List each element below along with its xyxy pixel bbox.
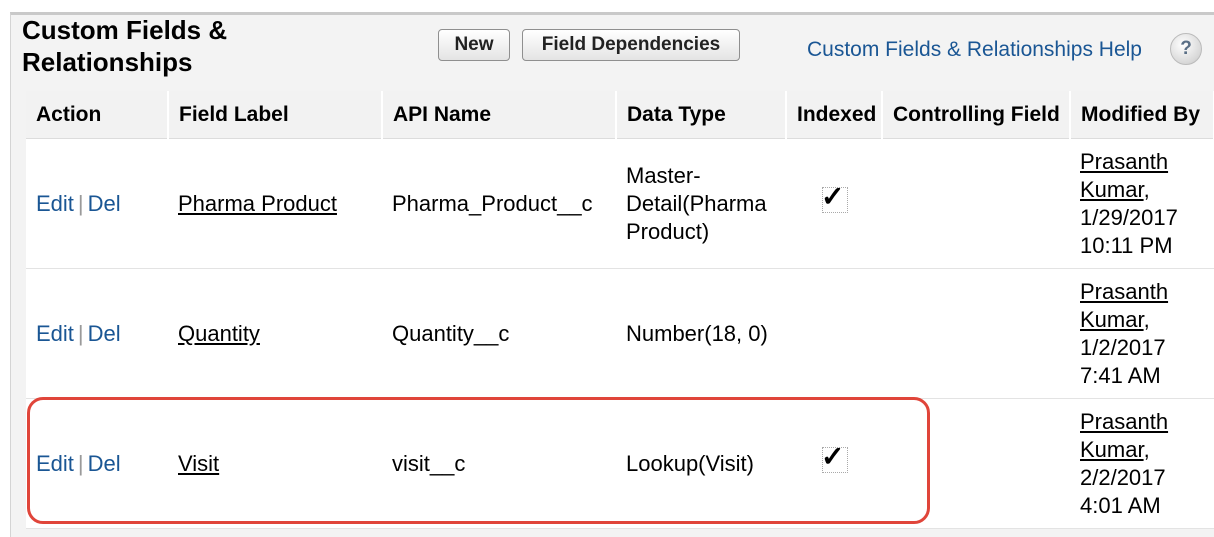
data-type-cell: Lookup(Visit) — [616, 398, 786, 529]
action-separator: | — [77, 320, 84, 346]
action-separator: | — [77, 450, 84, 476]
column-header-api-name[interactable]: API Name — [382, 91, 617, 139]
field-label-cell: Quantity — [168, 268, 382, 399]
delete-link[interactable]: Del — [88, 451, 121, 476]
column-header-field-label[interactable]: Field Label — [168, 91, 383, 139]
table-header-row: Action Field Label API Name Data Type In… — [26, 91, 1214, 139]
field-label-cell: Pharma Product — [168, 138, 382, 269]
delete-link[interactable]: Del — [88, 191, 121, 216]
controlling-field-cell — [882, 268, 1070, 399]
edit-link[interactable]: Edit — [36, 451, 74, 476]
field-label-cell: Visit — [168, 398, 382, 529]
checkmark-icon: ✓ — [821, 442, 848, 473]
api-name-cell: Pharma_Product__c — [382, 138, 616, 269]
modified-by-cell: Prasanth Kumar, 1/29/2017 10:11 PM — [1070, 138, 1214, 269]
table-row: Edit | Del Visit visit__c Lookup(Visit) ✓ … — [26, 398, 1214, 529]
modified-by-user-link[interactable]: Prasanth Kumar — [1080, 279, 1168, 332]
action-cell: Edit | Del — [26, 138, 168, 269]
table-row: Edit | Del Quantity Quantity__c Number(18,… — [26, 268, 1214, 399]
help-icon-glyph: ? — [1180, 38, 1192, 59]
edit-link[interactable]: Edit — [36, 321, 74, 346]
section-title: Custom Fields & Relationships — [22, 15, 228, 77]
controlling-field-cell — [882, 398, 1070, 529]
checkmark-icon: ✓ — [821, 182, 848, 213]
help-link[interactable]: Custom Fields & Relationships Help — [807, 38, 1142, 62]
field-label-link[interactable]: Visit — [178, 451, 219, 476]
field-label-link[interactable]: Pharma Product — [178, 191, 337, 216]
action-cell: Edit | Del — [26, 268, 168, 399]
field-dependencies-button[interactable]: Field Dependencies — [522, 29, 740, 61]
column-header-indexed[interactable]: Indexed — [786, 91, 883, 139]
modified-by-cell: Prasanth Kumar, 1/2/2017 7:41 AM — [1070, 268, 1214, 399]
modified-by-cell: Prasanth Kumar, 2/2/2017 4:01 AM — [1070, 398, 1214, 529]
indexed-cell: ✓ — [786, 398, 882, 529]
action-separator: | — [77, 190, 84, 216]
custom-fields-table: Action Field Label API Name Data Type In… — [26, 91, 1214, 529]
api-name-cell: visit__c — [382, 398, 616, 529]
data-type-cell: Master-Detail(Pharma Product) — [616, 138, 786, 269]
action-cell: Edit | Del — [26, 398, 168, 529]
api-name-cell: Quantity__c — [382, 268, 616, 399]
help-icon[interactable]: ? — [1170, 33, 1202, 65]
column-header-modified-by[interactable]: Modified By — [1070, 91, 1214, 139]
table-row: Edit | Del Pharma Product Pharma_Product__… — [26, 138, 1214, 269]
field-label-link[interactable]: Quantity — [178, 321, 260, 346]
column-header-controlling-field[interactable]: Controlling Field — [882, 91, 1071, 139]
delete-link[interactable]: Del — [88, 321, 121, 346]
indexed-cell: ✓ — [786, 138, 882, 269]
modified-by-user-link[interactable]: Prasanth Kumar — [1080, 409, 1168, 462]
indexed-cell — [786, 268, 882, 399]
column-header-action: Action — [26, 91, 169, 139]
data-type-cell: Number(18, 0) — [616, 268, 786, 399]
column-header-data-type[interactable]: Data Type — [616, 91, 787, 139]
controlling-field-cell — [882, 138, 1070, 269]
modified-by-user-link[interactable]: Prasanth Kumar — [1080, 149, 1168, 202]
edit-link[interactable]: Edit — [36, 191, 74, 216]
new-button[interactable]: New — [438, 29, 510, 61]
